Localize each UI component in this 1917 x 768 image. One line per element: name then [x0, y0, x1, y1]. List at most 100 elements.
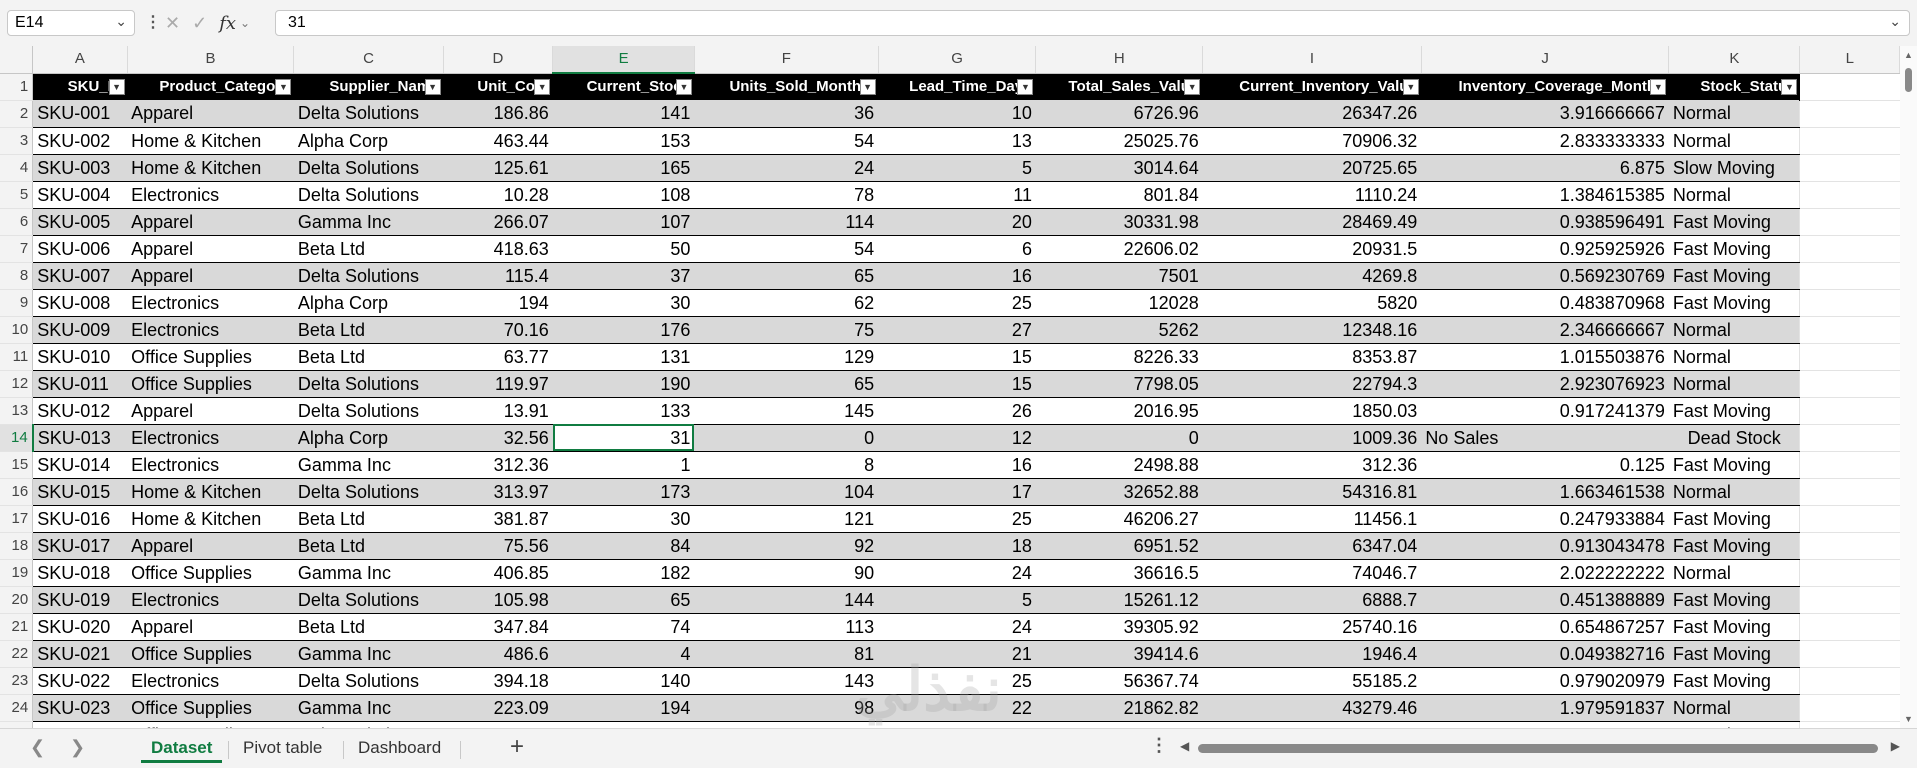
table-header-cell[interactable]: Unit_Cost ▼	[443, 73, 554, 100]
cell-supplier-name[interactable]: Gamma Inc	[293, 208, 444, 236]
cell-inventory-coverage-months[interactable]: 0.247933884	[1421, 505, 1669, 533]
cell-current-inventory-value[interactable]: 6888.7	[1202, 586, 1422, 614]
row-header[interactable]: 7	[0, 235, 34, 263]
cell-stock-status[interactable]: Fast Moving	[1668, 613, 1800, 641]
cell-supplier-name[interactable]: Alpha Corp	[293, 127, 444, 155]
cell-lead-time-days[interactable]: 21	[878, 640, 1036, 668]
cell-sku-id[interactable]: SKU-016	[32, 505, 128, 533]
cell-current-stock[interactable]: 176	[552, 316, 695, 344]
cell-current-inventory-value[interactable]: 312.36	[1202, 451, 1422, 479]
check-icon[interactable]: ✓	[192, 13, 207, 34]
scroll-thumb[interactable]	[1198, 744, 1878, 753]
row-header[interactable]: 14	[0, 424, 34, 452]
table-header-cell[interactable]: Units_Sold_Monthly ▼	[694, 73, 879, 100]
cell-inventory-coverage-months[interactable]: 0.451388889	[1421, 586, 1669, 614]
cell-lead-time-days[interactable]: 13	[878, 127, 1036, 155]
cell-current-inventory-value[interactable]: 11456.1	[1202, 505, 1422, 533]
row-header[interactable]: 22	[0, 640, 34, 668]
cell-current-inventory-value[interactable]: 54316.81	[1202, 478, 1422, 506]
column-header-b[interactable]: B	[127, 46, 295, 74]
cell-unit-cost[interactable]: 10.28	[443, 181, 553, 209]
cell-product-category[interactable]: Apparel	[127, 262, 294, 290]
row-header[interactable]: 13	[0, 397, 34, 425]
cell-stock-status[interactable]: Normal	[1668, 694, 1800, 722]
cell-stock-status[interactable]: Fast Moving	[1668, 640, 1800, 668]
cell-stock-status[interactable]: Normal	[1668, 559, 1800, 587]
cell-units-sold-monthly[interactable]: 92	[694, 532, 879, 560]
cell-units-sold-monthly[interactable]: 54	[694, 127, 879, 155]
cell-product-category[interactable]: Office Supplies	[127, 343, 294, 371]
cell-current-stock[interactable]: 74	[552, 613, 695, 641]
cell-unit-cost[interactable]: 266.07	[443, 208, 553, 236]
cell-units-sold-monthly[interactable]: 0	[694, 424, 879, 452]
more-options-icon[interactable]: ⋮	[1150, 735, 1168, 756]
cell-current-stock[interactable]: 131	[552, 343, 695, 371]
cell-total-sales-value[interactable]: 7501	[1035, 262, 1203, 290]
cell-supplier-name[interactable]: Delta Solutions	[293, 370, 444, 398]
cell-current-stock[interactable]: 107	[552, 208, 695, 236]
cell-stock-status[interactable]: Normal	[1668, 721, 1800, 728]
cell-sku-id[interactable]: SKU-010	[32, 343, 128, 371]
empty-cell[interactable]	[1799, 559, 1900, 587]
cell-lead-time-days[interactable]: 15	[878, 343, 1036, 371]
filter-dropdown-icon[interactable]: ▼	[675, 79, 692, 95]
cell-product-category[interactable]: Office Supplies	[127, 559, 294, 587]
row-header[interactable]: 15	[0, 451, 34, 479]
cell-total-sales-value[interactable]: 801.84	[1035, 181, 1203, 209]
column-header-d[interactable]: D	[443, 46, 554, 74]
cell-lead-time-days[interactable]: 20	[878, 208, 1036, 236]
cell-lead-time-days[interactable]: 25	[878, 667, 1036, 695]
scroll-up-icon[interactable]: ▲	[1904, 50, 1913, 60]
cell-inventory-coverage-months[interactable]: 3.916666667	[1421, 100, 1669, 128]
cell-inventory-coverage-months[interactable]: 2.346666667	[1421, 316, 1669, 344]
cell-unit-cost[interactable]: 105.98	[443, 586, 553, 614]
cell-units-sold-monthly[interactable]: 75	[694, 316, 879, 344]
cell-units-sold-monthly[interactable]: 65	[694, 370, 879, 398]
cell-current-stock[interactable]: 30	[552, 289, 695, 317]
column-header-f[interactable]: F	[694, 46, 879, 74]
cell-stock-status[interactable]: Normal	[1668, 127, 1800, 155]
filter-dropdown-icon[interactable]: ▼	[424, 78, 441, 95]
cell-units-sold-monthly[interactable]: 36	[694, 100, 879, 128]
cell-unit-cost[interactable]: 186.86	[443, 100, 553, 128]
row-header[interactable]: 3	[0, 127, 34, 155]
cell-total-sales-value[interactable]: 15261.12	[1035, 586, 1203, 614]
cell-current-inventory-value[interactable]: 74046.7	[1202, 559, 1422, 587]
cell-current-inventory-value[interactable]: 43279.46	[1202, 694, 1422, 722]
empty-cell[interactable]	[1799, 451, 1900, 479]
cell-total-sales-value[interactable]: 21862.82	[1035, 694, 1203, 722]
cell-lead-time-days[interactable]: 5	[878, 586, 1036, 614]
cell-current-inventory-value[interactable]: 1110.24	[1202, 181, 1422, 209]
cell-sku-id[interactable]: SKU-022	[32, 667, 128, 695]
cell-total-sales-value[interactable]: 39414.6	[1035, 640, 1203, 668]
cell-units-sold-monthly[interactable]: 98	[694, 694, 879, 722]
cell-unit-cost[interactable]: 381.87	[443, 505, 553, 533]
cell-total-sales-value[interactable]: 32652.88	[1035, 478, 1203, 506]
cell-units-sold-monthly[interactable]: 143	[694, 667, 879, 695]
column-header-e[interactable]: E	[552, 46, 695, 74]
cell-inventory-coverage-months[interactable]: 6.875	[1421, 154, 1669, 182]
cell-sku-id[interactable]: SKU-017	[32, 532, 128, 560]
cell-stock-status[interactable]: Fast Moving	[1668, 667, 1800, 695]
filter-dropdown-icon[interactable]: ▼	[1781, 78, 1798, 95]
cell-total-sales-value[interactable]: 3014.64	[1035, 154, 1203, 182]
cell-lead-time-days[interactable]: 15	[878, 370, 1036, 398]
cell-product-category[interactable]: Electronics	[127, 586, 294, 614]
filter-dropdown-icon[interactable]: ▼	[534, 78, 551, 95]
cell-current-stock[interactable]: 173	[552, 478, 695, 506]
cell-inventory-coverage-months[interactable]: 0.654867257	[1421, 613, 1669, 641]
cell-unit-cost[interactable]: 125.61	[443, 154, 553, 182]
cell-product-category[interactable]: Apparel	[127, 235, 294, 263]
column-header-j[interactable]: J	[1421, 46, 1670, 74]
cell-current-stock[interactable]: 65	[552, 586, 695, 614]
cell-current-stock[interactable]: 190	[552, 370, 695, 398]
row-header[interactable]: 18	[0, 532, 34, 560]
empty-cell[interactable]	[1799, 100, 1900, 128]
cell-stock-status[interactable]: Normal	[1668, 181, 1800, 209]
table-header-cell[interactable]: Current_Inventory_Value ▼	[1202, 73, 1422, 100]
cell-lead-time-days[interactable]: 22	[878, 694, 1036, 722]
cell-inventory-coverage-months[interactable]: 0.483870968	[1421, 289, 1669, 317]
cell-total-sales-value[interactable]: 6726.96	[1035, 100, 1203, 128]
cell-supplier-name[interactable]: Delta Solutions	[293, 262, 444, 290]
chevron-right-icon[interactable]: ❯	[70, 737, 85, 758]
